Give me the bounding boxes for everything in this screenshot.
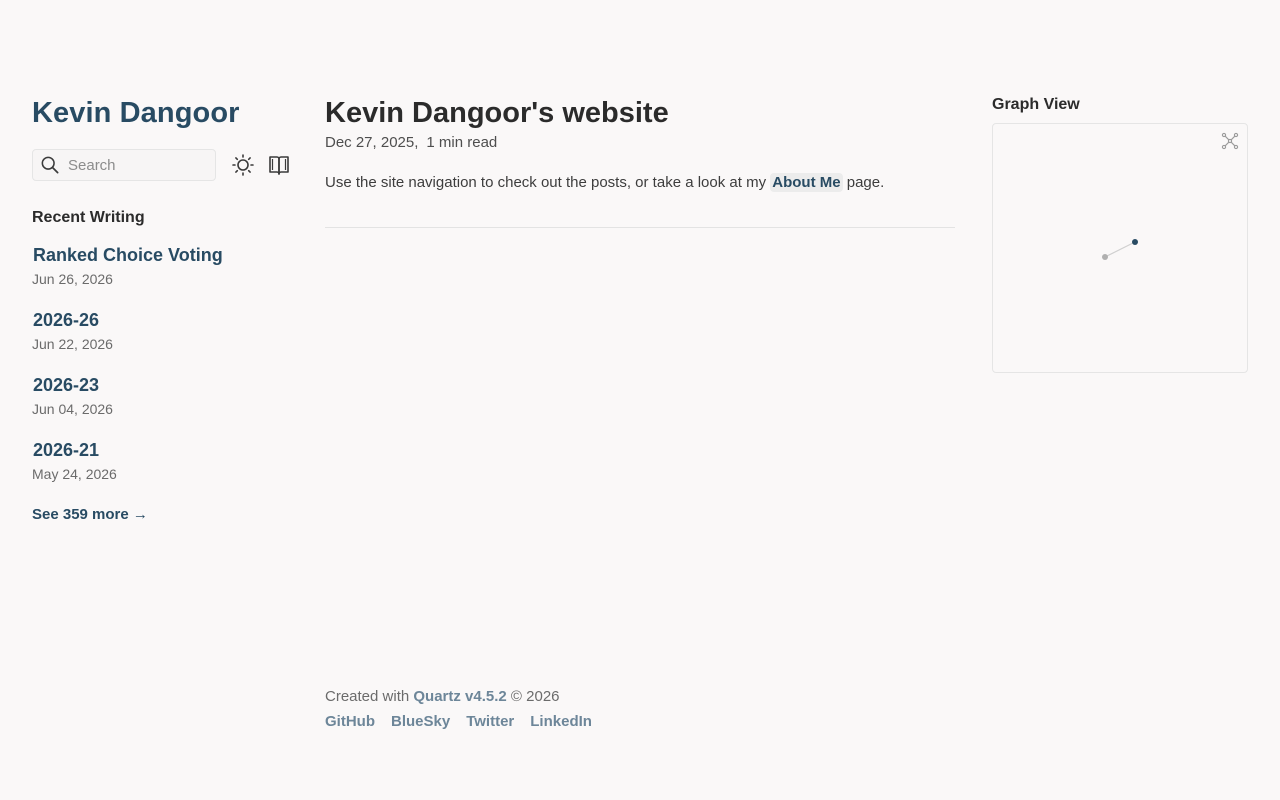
search-input[interactable]: Search xyxy=(32,149,216,181)
post-date: May 24, 2026 xyxy=(32,466,117,482)
list-item: 2026-21 May 24, 2026 xyxy=(32,439,292,482)
recent-posts-list: Ranked Choice Voting Jun 26, 2026 2026-2… xyxy=(32,244,292,482)
page-body: Use the site navigation to check out the… xyxy=(325,172,955,194)
footer-copyright: © 2026 xyxy=(506,688,560,705)
main-content: Kevin Dangoor's website Dec 27, 2025, 1 m… xyxy=(325,96,955,228)
post-link[interactable]: 2026-26 xyxy=(33,309,292,331)
read-time: 1 min read xyxy=(426,134,498,151)
list-item: GitHub xyxy=(325,713,375,731)
book-icon xyxy=(269,156,289,175)
bluesky-link[interactable]: BlueSky xyxy=(391,713,450,730)
post-date: Jun 22, 2026 xyxy=(32,336,113,352)
recent-writing-heading: Recent Writing xyxy=(32,209,145,226)
graph-canvas[interactable] xyxy=(993,124,1249,374)
search-placeholder: Search xyxy=(68,156,116,174)
site-title[interactable]: Kevin Dangoor xyxy=(32,96,292,130)
quartz-link[interactable]: Quartz v4.5.2 xyxy=(413,688,506,705)
footer-credit: Created with Quartz v4.5.2 © 2026 xyxy=(325,688,608,705)
about-me-link[interactable]: About Me xyxy=(770,173,843,192)
twitter-link[interactable]: Twitter xyxy=(466,713,514,730)
graph-view-heading: Graph View xyxy=(992,96,1080,113)
graph-node-current[interactable] xyxy=(1132,239,1138,245)
graph-node-linked[interactable] xyxy=(1102,254,1108,260)
list-item: Ranked Choice Voting Jun 26, 2026 xyxy=(32,244,292,287)
list-item: 2026-23 Jun 04, 2026 xyxy=(32,374,292,417)
graph-view[interactable] xyxy=(992,123,1248,373)
reader-mode-button[interactable] xyxy=(268,154,290,176)
list-item: LinkedIn xyxy=(530,713,592,731)
page-date: Dec 27, 2025, xyxy=(325,134,419,151)
search-icon xyxy=(41,156,59,174)
post-date: Jun 04, 2026 xyxy=(32,401,113,417)
sun-icon xyxy=(232,154,254,176)
footer: Created with Quartz v4.5.2 © 2026 GitHub… xyxy=(325,688,608,731)
content-divider xyxy=(325,227,955,228)
see-more-link[interactable]: See 359 more → xyxy=(32,506,148,523)
list-item: 2026-26 Jun 22, 2026 xyxy=(32,309,292,352)
post-link[interactable]: 2026-21 xyxy=(33,439,292,461)
right-sidebar: Graph View xyxy=(992,96,1248,373)
list-item: Twitter xyxy=(466,713,514,731)
footer-links: GitHub BlueSky Twitter LinkedIn xyxy=(325,713,608,731)
post-date: Jun 26, 2026 xyxy=(32,271,113,287)
page-title: Kevin Dangoor's website xyxy=(325,97,669,129)
page-meta: Dec 27, 2025, 1 min read xyxy=(325,134,955,151)
list-item: BlueSky xyxy=(391,713,450,731)
graph-edge xyxy=(1104,241,1136,258)
sidebar-controls: Search xyxy=(32,149,292,181)
footer-created-text: Created with xyxy=(325,688,414,705)
github-link[interactable]: GitHub xyxy=(325,713,375,730)
body-text-after: page. xyxy=(842,174,885,191)
post-link[interactable]: 2026-23 xyxy=(33,374,292,396)
linkedin-link[interactable]: LinkedIn xyxy=(530,713,592,730)
left-sidebar: Kevin Dangoor Search Recent Writing Rank… xyxy=(32,96,292,524)
expand-graph-icon[interactable] xyxy=(1221,132,1239,150)
body-text-before: Use the site navigation to check out the… xyxy=(325,174,771,191)
post-link[interactable]: Ranked Choice Voting xyxy=(33,244,292,266)
theme-toggle-button[interactable] xyxy=(232,154,254,176)
